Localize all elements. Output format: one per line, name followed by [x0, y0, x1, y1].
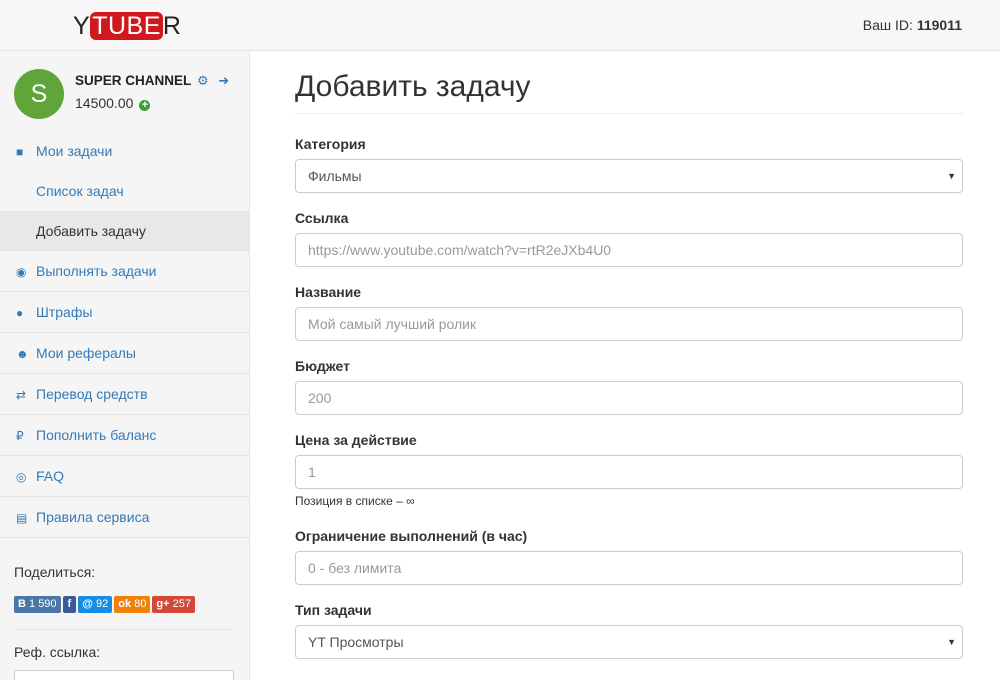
users-icon: ☻ [16, 347, 29, 361]
task-type-value: YT Просмотры [308, 634, 404, 650]
logo-tube: TUBE [90, 12, 163, 40]
price-label: Цена за действие [295, 432, 417, 448]
top-header: YTUBER Ваш ID: 119011 [0, 0, 1000, 51]
link-placeholder: https://www.youtube.com/watch?v=rtR2eJXb… [308, 242, 612, 258]
balance: 14500.00 + [75, 95, 151, 111]
add-funds-icon[interactable]: + [139, 100, 151, 111]
balance-value: 14500.00 [75, 95, 134, 111]
limit-input[interactable]: 0 - без лимита [295, 551, 963, 585]
sidebar-item-penalties[interactable]: ● Штрафы [0, 292, 249, 333]
limit-placeholder: 0 - без лимита [308, 560, 402, 576]
avatar[interactable]: S [14, 69, 64, 119]
caret-down-icon: ▼ [947, 637, 956, 647]
vk-icon: B [18, 598, 26, 610]
sidebar-item-my-tasks[interactable]: ■ Мои задачи [0, 131, 249, 172]
share-ok-button[interactable]: ok 80 [114, 596, 151, 613]
page-title: Добавить задачу [295, 70, 531, 103]
share-ok-count: 80 [134, 598, 147, 610]
name-label: Название [295, 284, 362, 300]
share-facebook-button[interactable]: f [62, 596, 77, 613]
sidebar-item-faq[interactable]: ◎ FAQ [0, 456, 249, 497]
budget-label: Бюджет [295, 358, 350, 374]
main-content: Добавить задачу Категория Фильмы ▼ Ссылк… [295, 51, 963, 680]
lifebuoy-icon: ◎ [16, 470, 27, 484]
sidebar-item-label: Правила сервиса [36, 509, 150, 525]
sidebar-item-label: FAQ [36, 468, 65, 484]
user-id: Ваш ID: 119011 [863, 17, 962, 33]
logo-y: Y [73, 12, 91, 40]
link-input[interactable]: https://www.youtube.com/watch?v=rtR2eJXb… [295, 233, 963, 267]
category-label: Категория [295, 136, 366, 152]
google-plus-icon: g+ [156, 598, 170, 610]
sidebar-item-task-list[interactable]: Список задач [0, 171, 249, 211]
category-value: Фильмы [308, 168, 362, 184]
facebook-icon: f [67, 598, 72, 610]
sidebar-item-rules[interactable]: ▤ Правила сервиса [0, 497, 249, 538]
sidebar-item-label: Мои задачи [36, 143, 113, 159]
sidebar-item-topup[interactable]: ₽ Пополнить баланс [0, 415, 249, 456]
sidebar-item-label: Добавить задачу [36, 223, 146, 239]
sidebar-item-do-tasks[interactable]: ◉ Выполнять задачи [0, 251, 249, 292]
mail-icon: @ [82, 598, 93, 610]
sidebar-item-label: Пополнить баланс [36, 427, 157, 443]
ref-link-input[interactable] [14, 670, 234, 680]
sidebar-item-label: Мои рефералы [36, 345, 136, 361]
sidebar: S SUPER CHANNEL ⚙ ➜ 14500.00 + ■ Мои задач… [0, 51, 250, 680]
share-title: Поделиться: [14, 564, 96, 580]
logo[interactable]: YTUBER [73, 11, 181, 41]
exclamation-icon: ● [16, 306, 24, 320]
profile-actions: ⚙ ➜ [197, 73, 229, 89]
logout-icon[interactable]: ➜ [218, 73, 229, 88]
caret-down-icon: ▼ [947, 171, 956, 181]
task-type-select[interactable]: YT Просмотры ▼ [295, 625, 963, 659]
ruble-icon: ₽ [16, 429, 24, 443]
gear-icon[interactable]: ⚙ [197, 73, 209, 88]
sidebar-item-label: Перевод средств [36, 386, 148, 402]
price-help-text: Позиция в списке – ∞ [295, 494, 415, 508]
share-gplus-button[interactable]: g+ 257 [152, 596, 195, 613]
budget-input[interactable]: 200 [295, 381, 963, 415]
price-placeholder: 1 [308, 464, 316, 480]
odnoklassniki-icon: ok [118, 598, 132, 610]
task-type-label: Тип задачи [295, 602, 372, 618]
eye-icon: ◉ [16, 265, 27, 279]
name-input[interactable]: Мой самый лучший ролик [295, 307, 963, 341]
share-mail-button[interactable]: @ 92 [78, 596, 113, 613]
exchange-icon: ⇄ [16, 388, 27, 402]
name-placeholder: Мой самый лучший ролик [308, 316, 477, 332]
link-label: Ссылка [295, 210, 349, 226]
share-buttons: B 1 590 f @ 92 ok 80 g+ 257 [14, 596, 197, 613]
title-divider [295, 113, 963, 114]
category-select[interactable]: Фильмы ▼ [295, 159, 963, 193]
share-vk-button[interactable]: B 1 590 [14, 596, 61, 613]
budget-placeholder: 200 [308, 390, 332, 406]
channel-name: SUPER CHANNEL [75, 73, 192, 88]
video-camera-icon: ■ [16, 145, 24, 159]
sidebar-item-label: Штрафы [36, 304, 93, 320]
sidebar-item-referrals[interactable]: ☻ Мои рефералы [0, 333, 249, 374]
user-id-value: 119011 [916, 17, 962, 33]
sidebar-item-label: Выполнять задачи [36, 263, 157, 279]
price-input[interactable]: 1 [295, 455, 963, 489]
profile: S SUPER CHANNEL ⚙ ➜ 14500.00 + [0, 51, 249, 131]
book-icon: ▤ [16, 511, 28, 525]
logo-r: R [162, 12, 182, 40]
share-gplus-count: 257 [172, 598, 191, 610]
sidebar-item-add-task[interactable]: Добавить задачу [0, 211, 249, 251]
limit-label: Ограничение выполнений (в час) [295, 528, 528, 544]
ref-link-title: Реф. ссылка: [14, 644, 101, 660]
sidebar-divider [14, 629, 234, 630]
sidebar-item-label: Список задач [36, 183, 124, 199]
share-mail-count: 92 [96, 598, 109, 610]
sidebar-item-transfer[interactable]: ⇄ Перевод средств [0, 374, 249, 415]
user-id-label: Ваш ID: [862, 17, 913, 33]
share-vk-count: 1 590 [29, 598, 57, 610]
